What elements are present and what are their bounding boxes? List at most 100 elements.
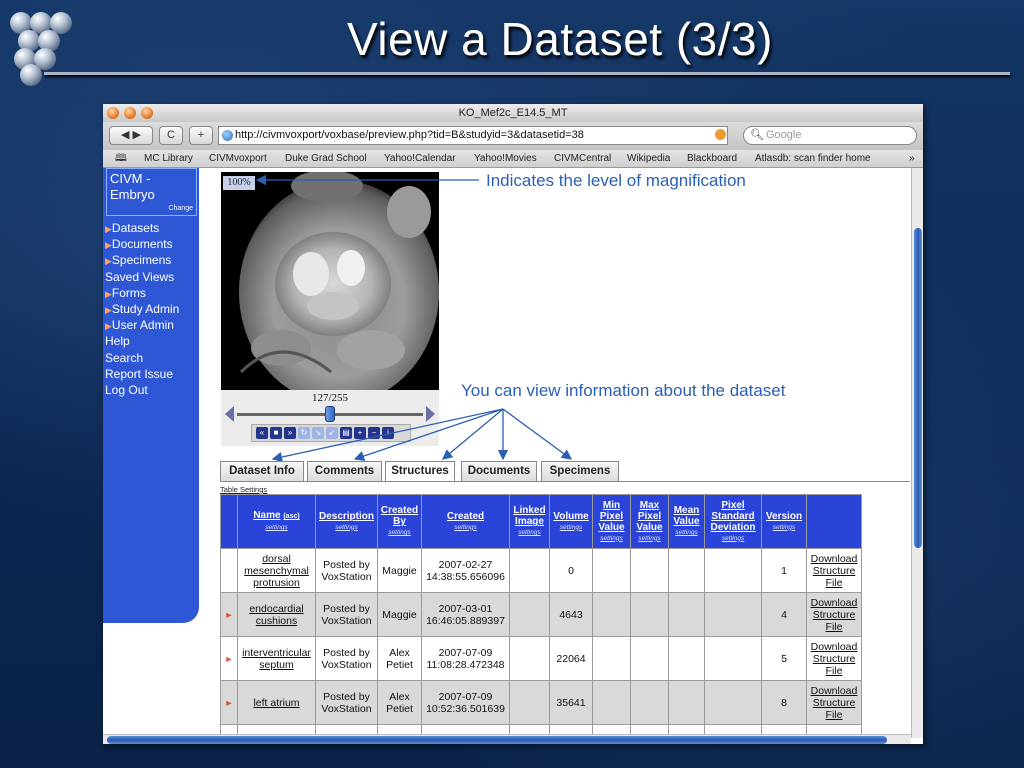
bookmark-item[interactable]: CIVMvoxport — [209, 150, 267, 168]
bookmark-item[interactable]: Atlasdb: scan finder home — [755, 150, 871, 168]
pixel-std-column-link[interactable]: Pixel Standard Deviation — [710, 500, 755, 533]
description-cell: Posted by VoxStation — [315, 592, 378, 637]
back-forward-button[interactable]: ◀ ▶ — [109, 126, 153, 145]
vertical-scrollbar[interactable] — [911, 168, 923, 738]
bookmarks-book-icon[interactable]: 🕮︎ — [115, 150, 127, 168]
address-bar[interactable]: http://civmvoxport/voxbase/preview.php?t… — [218, 126, 728, 145]
horizontal-scroll-thumb[interactable] — [107, 736, 887, 744]
linked-image-cell — [509, 680, 550, 725]
download-structure-link[interactable]: Download Structure File — [806, 548, 862, 593]
column-settings-link[interactable]: settings — [669, 527, 704, 538]
column-settings-link[interactable]: settings — [510, 527, 549, 538]
name-column-link[interactable]: Name — [253, 510, 280, 521]
volume-column-link[interactable]: Volume — [553, 511, 588, 522]
structure-name-link[interactable]: left atrium — [237, 680, 316, 725]
structure-name-link-text[interactable]: endocardial cushions — [249, 603, 303, 627]
created-by-header[interactable]: Created By settings — [377, 494, 422, 549]
description-header[interactable]: Description settings — [315, 494, 378, 549]
column-settings-link[interactable]: settings — [762, 522, 806, 533]
structure-name-link-text[interactable]: interventricular septum — [242, 647, 311, 671]
structure-name-link[interactable]: interventricular septum — [237, 636, 316, 681]
structures-table: Name (asc) settings Description settings C… — [220, 494, 862, 738]
table-settings-link[interactable]: Table Settings — [220, 485, 267, 494]
max-pixel-cell — [630, 680, 669, 725]
created-by-cell: Maggie — [377, 592, 422, 637]
created-by-column-link[interactable]: Created By — [381, 505, 418, 527]
version-header[interactable]: Version settings — [761, 494, 807, 549]
min-pixel-header[interactable]: Min Pixel Value settings — [592, 494, 631, 549]
structure-name-link-text[interactable]: left atrium — [253, 697, 299, 709]
column-settings-link[interactable]: settings — [378, 527, 421, 538]
tab-dataset-info[interactable]: Dataset Info — [220, 461, 304, 481]
bookmark-item[interactable]: Wikipedia — [627, 150, 670, 168]
download-structure-link[interactable]: Download Structure File — [806, 592, 862, 637]
structure-name-link-text[interactable]: dorsal mesenchymal protrusion — [244, 553, 309, 589]
description-column-link[interactable]: Description — [319, 511, 374, 522]
download-structure-link[interactable]: Download Structure File — [806, 636, 862, 681]
bookmark-item[interactable]: CIVMCentral — [554, 150, 611, 168]
column-settings-link[interactable]: settings — [550, 522, 592, 533]
slide-title: View a Dataset (3/3) — [347, 13, 773, 65]
bookmark-item[interactable]: MC Library — [144, 150, 193, 168]
linked-image-header[interactable]: Linked Image settings — [509, 494, 550, 549]
sort-order-link[interactable]: (asc) — [283, 513, 299, 520]
volume-header[interactable]: Volume settings — [549, 494, 593, 549]
created-by-cell: Alex Petiet — [377, 636, 422, 681]
download-structure-link[interactable]: Download Structure File — [806, 680, 862, 725]
add-bookmark-button[interactable]: + — [189, 126, 213, 145]
bookmark-item[interactable]: Duke Grad School — [285, 150, 367, 168]
created-header[interactable]: Created settings — [421, 494, 510, 549]
created-column-link[interactable]: Created — [447, 511, 484, 522]
min-pixel-cell — [592, 636, 631, 681]
max-pixel-header[interactable]: Max Pixel Value settings — [630, 494, 669, 549]
volume-cell: 4643 — [549, 592, 593, 637]
download-structure-link-text[interactable]: Download Structure File — [811, 553, 858, 589]
search-input[interactable]: 🔍︎ Google — [743, 126, 917, 145]
reload-button[interactable]: C — [159, 126, 183, 145]
horizontal-scrollbar[interactable] — [103, 734, 911, 744]
name-header[interactable]: Name (asc) settings — [237, 494, 316, 549]
zoom-window-icon[interactable] — [141, 107, 153, 119]
min-pixel-column-link[interactable]: Min Pixel Value — [598, 500, 624, 533]
linked-image-column-link[interactable]: Linked Image — [513, 505, 545, 527]
bookmarks-overflow-icon[interactable]: » — [909, 150, 915, 168]
structure-name-link[interactable]: endocardial cushions — [237, 592, 316, 637]
column-settings-link[interactable]: settings — [631, 533, 668, 544]
row-expand-icon[interactable] — [220, 548, 238, 593]
column-settings-link[interactable]: settings — [316, 522, 377, 533]
version-column-link[interactable]: Version — [766, 511, 802, 522]
column-settings-link[interactable]: settings — [705, 533, 761, 544]
bookmark-item[interactable]: Yahoo!Movies — [474, 150, 537, 168]
created-by-cell: Alex Petiet — [377, 680, 422, 725]
mean-value-column-link[interactable]: Mean Value — [673, 505, 699, 527]
mean-value-header[interactable]: Mean Value settings — [668, 494, 705, 549]
address-url: http://civmvoxport/voxbase/preview.php?t… — [235, 129, 584, 141]
row-expand-icon[interactable]: ► — [220, 592, 238, 637]
tab-structures[interactable]: Structures — [385, 461, 455, 482]
max-pixel-column-link[interactable]: Max Pixel Value — [636, 500, 662, 533]
minimize-window-icon[interactable] — [124, 107, 136, 119]
row-expand-icon[interactable]: ► — [220, 636, 238, 681]
column-settings-link[interactable]: settings — [238, 522, 315, 533]
feed-icon[interactable] — [715, 129, 726, 140]
created-by-cell: Maggie — [377, 548, 422, 593]
bookmark-item[interactable]: Blackboard — [687, 150, 737, 168]
row-expand-icon[interactable]: ► — [220, 680, 238, 725]
search-placeholder: Google — [766, 129, 802, 141]
download-structure-link-text[interactable]: Download Structure File — [811, 641, 858, 677]
vertical-scroll-thumb[interactable] — [914, 228, 922, 548]
column-settings-link[interactable]: settings — [422, 522, 509, 533]
column-settings-link[interactable]: settings — [593, 533, 630, 544]
structure-name-link[interactable]: dorsal mesenchymal protrusion — [237, 548, 316, 593]
tab-specimens[interactable]: Specimens — [541, 461, 619, 481]
bookmark-item[interactable]: Yahoo!Calendar — [384, 150, 456, 168]
download-structure-link-text[interactable]: Download Structure File — [811, 597, 858, 633]
tab-documents[interactable]: Documents — [461, 461, 537, 481]
close-window-icon[interactable] — [107, 107, 119, 119]
tab-comments[interactable]: Comments — [307, 461, 382, 481]
magnification-annotation: Indicates the level of magnification — [486, 171, 746, 190]
window-titlebar: KO_Mef2c_E14.5_MT — [103, 104, 923, 122]
download-structure-link-text[interactable]: Download Structure File — [811, 685, 858, 721]
volume-cell: 22064 — [549, 636, 593, 681]
pixel-std-header[interactable]: Pixel Standard Deviation settings — [704, 494, 762, 549]
